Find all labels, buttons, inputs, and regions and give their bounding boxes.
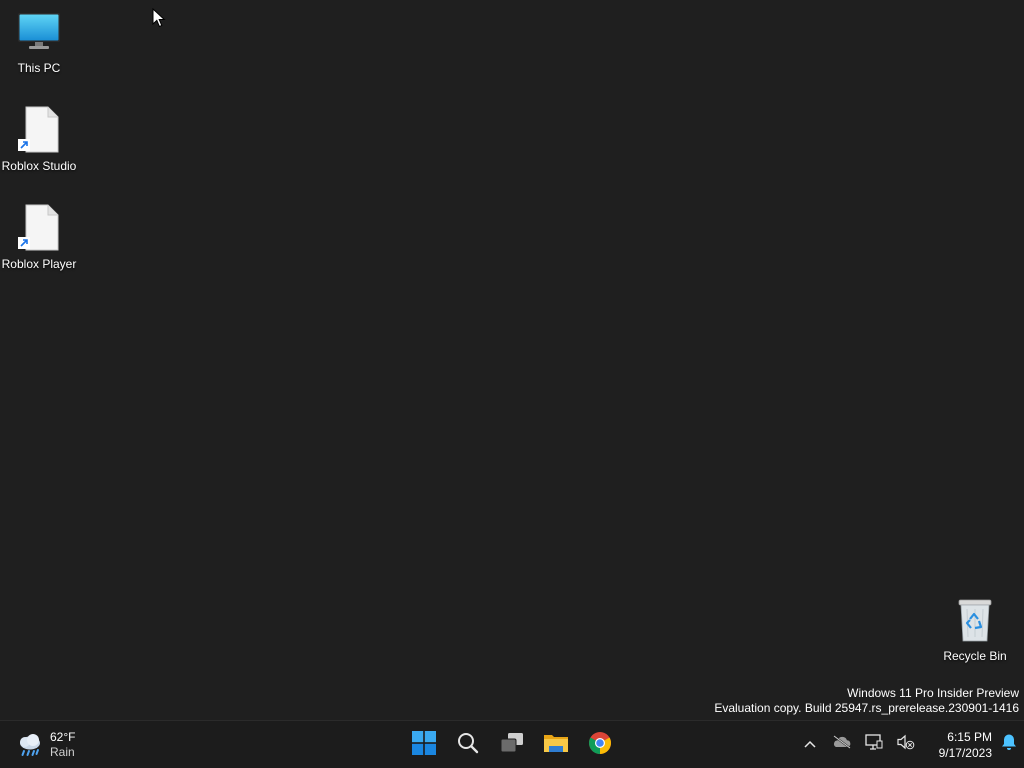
clock[interactable]: 6:15 PM 9/17/2023 xyxy=(922,729,992,761)
network-button[interactable] xyxy=(858,725,890,765)
onedrive-button[interactable] xyxy=(826,725,858,765)
chevron-up-icon xyxy=(803,736,817,754)
watermark-line-2: Evaluation copy. Build 25947.rs_prerelea… xyxy=(714,701,1019,715)
folder-icon xyxy=(543,731,569,760)
chrome-icon xyxy=(588,731,612,760)
desktop-icon-roblox-player[interactable]: Roblox Player xyxy=(0,204,78,296)
clock-time: 6:15 PM xyxy=(947,729,992,744)
file-explorer-button[interactable] xyxy=(536,725,576,765)
task-view-icon xyxy=(499,731,525,760)
search-button[interactable] xyxy=(448,725,488,765)
blank-file-shortcut-icon xyxy=(15,106,63,154)
desktop-icon-roblox-studio[interactable]: Roblox Studio xyxy=(0,106,78,198)
system-tray: 6:15 PM 9/17/2023 xyxy=(794,721,1024,768)
windows-watermark: Windows 11 Pro Insider Preview Evaluatio… xyxy=(714,686,1019,716)
desktop-icon-label: This PC xyxy=(17,61,61,75)
taskbar: 62°F Rain 6:15 PM 9/17/2023 xyxy=(0,720,1024,768)
clock-date: 9/17/2023 xyxy=(938,745,992,760)
bell-icon xyxy=(1001,733,1017,756)
show-hidden-icons-button[interactable] xyxy=(794,725,826,765)
desktop-icon-label: Roblox Studio xyxy=(1,159,77,173)
blank-file-shortcut-icon xyxy=(15,204,63,252)
notifications-button[interactable] xyxy=(994,725,1024,765)
network-icon xyxy=(865,734,883,755)
mouse-pointer-icon xyxy=(152,7,166,28)
chrome-button[interactable] xyxy=(580,725,620,765)
search-icon xyxy=(456,731,480,760)
weather-condition: Rain xyxy=(50,745,75,759)
weather-temperature: 62°F xyxy=(50,730,76,744)
desktop-icon-label: Recycle Bin xyxy=(943,649,1007,663)
start-button[interactable] xyxy=(404,725,444,765)
onedrive-offline-icon xyxy=(832,735,852,754)
taskbar-pinned-apps xyxy=(402,725,622,765)
volume-button[interactable] xyxy=(890,725,922,765)
task-view-button[interactable] xyxy=(492,725,532,765)
monitor-icon xyxy=(15,8,63,56)
rain-cloud-icon xyxy=(16,731,44,759)
desktop-icon-this-pc[interactable]: This PC xyxy=(0,8,78,100)
desktop: This PC Roblox Studio Roblox Player Recy… xyxy=(0,0,1024,720)
volume-muted-icon xyxy=(897,734,915,755)
windows-logo-icon xyxy=(412,730,436,760)
desktop-icon-label: Roblox Player xyxy=(1,257,77,271)
desktop-icon-recycle-bin[interactable]: Recycle Bin xyxy=(936,596,1014,688)
watermark-line-1: Windows 11 Pro Insider Preview xyxy=(847,686,1019,700)
recycle-bin-icon xyxy=(951,596,999,644)
weather-widget[interactable]: 62°F Rain xyxy=(16,727,75,763)
